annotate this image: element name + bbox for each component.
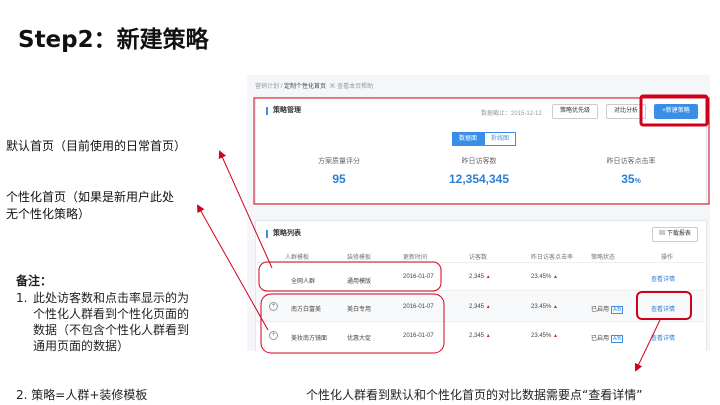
breadcrumb: 营销计划 / 定制个性化首页 ▣ 查看本页帮助 [255,81,373,90]
status-text: 已启用 [591,336,610,342]
tab-line-chart[interactable]: 折线图 [484,132,517,146]
metric-value: 12,354,345 [414,172,544,186]
ab-badge: A/B [611,306,624,314]
metric-value-unit: % [634,178,641,185]
data-deadline: 数据截止：2015-12-12 [481,111,542,117]
view-details-link[interactable]: 查看详情 [651,274,675,283]
cell-date: 2016-01-07 [403,333,434,339]
trend-up-icon: ▲ [553,304,558,310]
cell-template: 优惠大促 [347,336,372,342]
strategy-management-card: 策略管理 数据截止：2015-12-12 策略优先级 对比分析 +新建策略 数据… [255,97,707,204]
cell-crowd: 全网人群 [291,279,316,285]
cell-ctr-value: 23.45% [531,333,552,339]
column-header-crowd: 人群模板 [285,255,310,261]
row-divider [255,321,705,322]
help-icon: ▣ [329,84,336,90]
column-header-visitors: 访客数 [469,255,488,261]
cell-date: 2016-01-07 [403,304,434,310]
expand-icon[interactable]: + [269,302,278,311]
annotation-default-homepage: 默认首页（目前使用的日常首页） [6,139,187,153]
metric-label: 昨日访客数 [461,158,497,165]
note-item-1-text: 此处访客数和点击率显示的为个性化人群看到个性化页面的数据（不包含个性化人群看到通… [33,291,190,353]
status-text: 已启用 [591,307,610,313]
trend-up-icon: ▲ [485,333,491,339]
row-divider [255,262,705,263]
trend-up-icon: ▲ [485,274,491,280]
note-title: 备注： [16,274,53,288]
cell-ctr: 23.45% ▲ [531,274,558,280]
view-details-link[interactable]: 查看详情 [651,333,675,342]
strategy-list-title: 策略列表 [266,230,301,238]
cell-template: 通用模版 [347,279,372,285]
view-details-link[interactable]: 查看详情 [651,304,675,313]
note-item-1-number: 1. [16,291,28,305]
cell-date: 2016-01-07 [403,274,434,280]
column-header-template: 装修模板 [347,255,372,261]
slide-title: Step2：新建策略 [18,27,209,53]
trend-up-icon: ▲ [553,274,558,280]
tab-data-panel[interactable]: 数据面 [452,132,485,146]
breadcrumb-current: 定制个性化首页 [284,84,327,90]
column-header-action: 操作 [661,255,674,261]
document-icon: ▤ [659,231,666,237]
metric-label: 方案质量评分 [318,158,360,165]
help-link[interactable]: 查看本页帮助 [337,84,373,90]
strategy-priority-button[interactable]: 策略优先级 [552,104,598,119]
cell-crowd: 南方白富美 [291,307,322,313]
metric-value-number: 95 [332,172,346,186]
metric-quality-score: 方案质量评分 95 [274,156,404,186]
cell-visitors: 2,345 ▲ [469,274,491,280]
column-header-status: 策略状态 [591,255,616,261]
annotation-personal-homepage-line1: 个性化首页（如果是新用户此处 [6,190,175,204]
metric-value-number: 12,354,345 [448,172,510,186]
cell-ctr-value: 23.45% [531,304,552,310]
cell-crowd: 美妆南方镜面 [291,336,328,342]
metric-value: 35% [566,172,696,186]
expand-icon[interactable]: + [269,331,278,340]
column-header-updated: 更新时间 [403,255,428,261]
cell-visitors-value: 2,345 [469,274,485,280]
cell-status: 已启用 A/B [591,304,624,314]
ab-badge: A/B [611,335,624,343]
cell-visitors-value: 2,345 [469,333,485,339]
download-report-label: 下载报表 [666,231,691,237]
metric-yesterday-visitors: 昨日访客数 12,354,345 [414,156,544,186]
cell-visitors: 2,345 ▲ [469,333,491,339]
download-report-button[interactable]: ▤ 下载报表 [652,227,698,242]
breadcrumb-separator: / [280,84,283,90]
note-item-2: 2. 策略=人群+装修模板 [16,388,148,402]
cell-visitors-value: 2,345 [469,304,485,310]
column-header-ctr: 昨日访客点击率 [531,255,574,261]
metric-yesterday-ctr: 昨日访客点击率 35% [566,156,696,186]
metric-value-number: 35 [621,172,635,186]
new-strategy-button[interactable]: +新建策略 [654,104,698,119]
cell-template: 美白专用 [347,307,372,313]
cell-ctr: 23.45% ▲ [531,333,558,339]
strategy-list-card: 策略列表 ▤ 下载报表 [255,220,707,351]
metric-label: 昨日访客点击率 [606,158,656,165]
trend-up-icon: ▲ [553,333,558,339]
cell-ctr: 23.45% ▲ [531,304,558,310]
compare-analysis-button[interactable]: 对比分析 [606,104,646,119]
app-screenshot: 营销计划 / 定制个性化首页 ▣ 查看本页帮助 策略管理 数据截止：2015-1… [247,75,710,351]
note-item-1: 1. 此处访客数和点击率显示的为个性化人群看到个性化页面的数据（不包含个性化人群… [16,290,194,354]
annotation-view-details: 个性化人群看到默认和个性化首页的对比数据需要点“查看详情” [306,388,643,402]
annotation-personal-homepage-line2: 无个性化策略） [6,207,91,221]
breadcrumb-root[interactable]: 营销计划 [255,84,279,90]
metric-value: 95 [274,172,404,186]
cell-visitors: 2,345 ▲ [469,304,491,310]
trend-up-icon: ▲ [485,304,491,310]
cell-status: 已启用 A/B [591,333,624,343]
strategy-management-title: 策略管理 [266,107,301,115]
view-tabs: 数据面 折线图 [452,132,517,146]
cell-ctr-value: 23.45% [531,274,552,280]
